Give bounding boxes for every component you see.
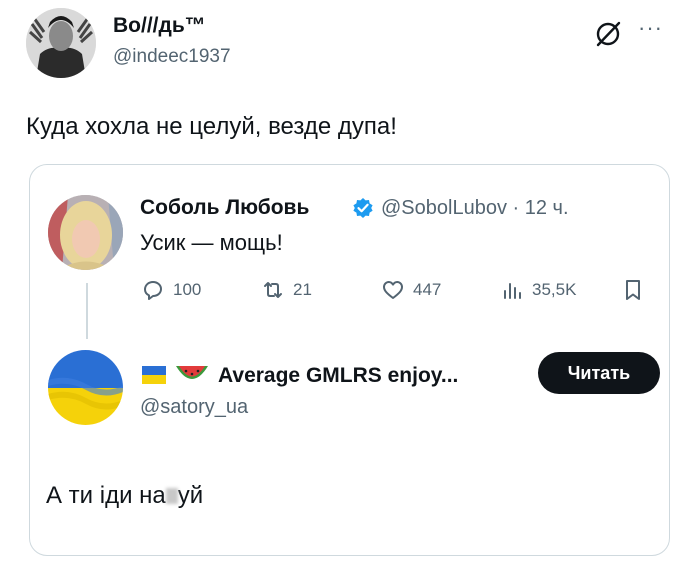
thread-connector (86, 283, 88, 339)
views-icon (504, 283, 521, 299)
bookmark-icon (626, 280, 640, 300)
verified-icon (352, 197, 374, 219)
quoted-second-text: А ти іди на уй (46, 482, 203, 510)
author-handle[interactable]: @indeec1937 (113, 46, 231, 68)
tweet-text: Куда хохла не целуй, везде дупа! (26, 113, 397, 140)
retweet-count: 21 (293, 280, 312, 299)
author-avatar[interactable] (26, 8, 96, 78)
author-avatar-image (26, 8, 96, 78)
quoted-first-avatar[interactable] (48, 195, 123, 270)
more-icon[interactable]: ··· (638, 15, 663, 41)
quoted-second-avatar-image (48, 350, 123, 425)
like-action[interactable]: 447 (381, 278, 441, 302)
like-count: 447 (413, 280, 442, 299)
reply-action[interactable]: 100 (141, 278, 201, 302)
author-name[interactable]: Во///дь™ (113, 14, 206, 38)
reply-icon (144, 281, 162, 300)
quoted-second-name[interactable]: Average GMLRS enjoy... (218, 364, 458, 388)
bookmark-action[interactable] (621, 278, 645, 302)
grok-icon[interactable] (593, 19, 623, 49)
views-action[interactable]: 35,5K (500, 278, 576, 302)
read-button[interactable]: Читать (538, 352, 660, 394)
watermelon-icon (174, 362, 210, 388)
quoted-second-avatar[interactable] (48, 350, 123, 425)
retweet-action[interactable]: 21 (261, 278, 312, 302)
reply-count: 100 (173, 280, 202, 299)
quoted-second-text-end: уй (177, 482, 204, 509)
views-count: 35,5K (532, 280, 577, 299)
quoted-first-text: Усик — мощь! (140, 230, 283, 255)
like-icon (383, 281, 403, 299)
censor-blur (165, 488, 178, 504)
quoted-second-text-start: А ти іди на (46, 482, 166, 509)
retweet-icon (264, 282, 282, 298)
quoted-first-avatar-image (48, 195, 123, 270)
quoted-first-handle[interactable]: @SobolLubov · 12 ч. (381, 197, 569, 220)
ukraine-flag-icon (142, 366, 166, 384)
quoted-first-name[interactable]: Соболь Любовь (140, 196, 309, 220)
quoted-second-handle[interactable]: @satory_ua (140, 396, 248, 419)
